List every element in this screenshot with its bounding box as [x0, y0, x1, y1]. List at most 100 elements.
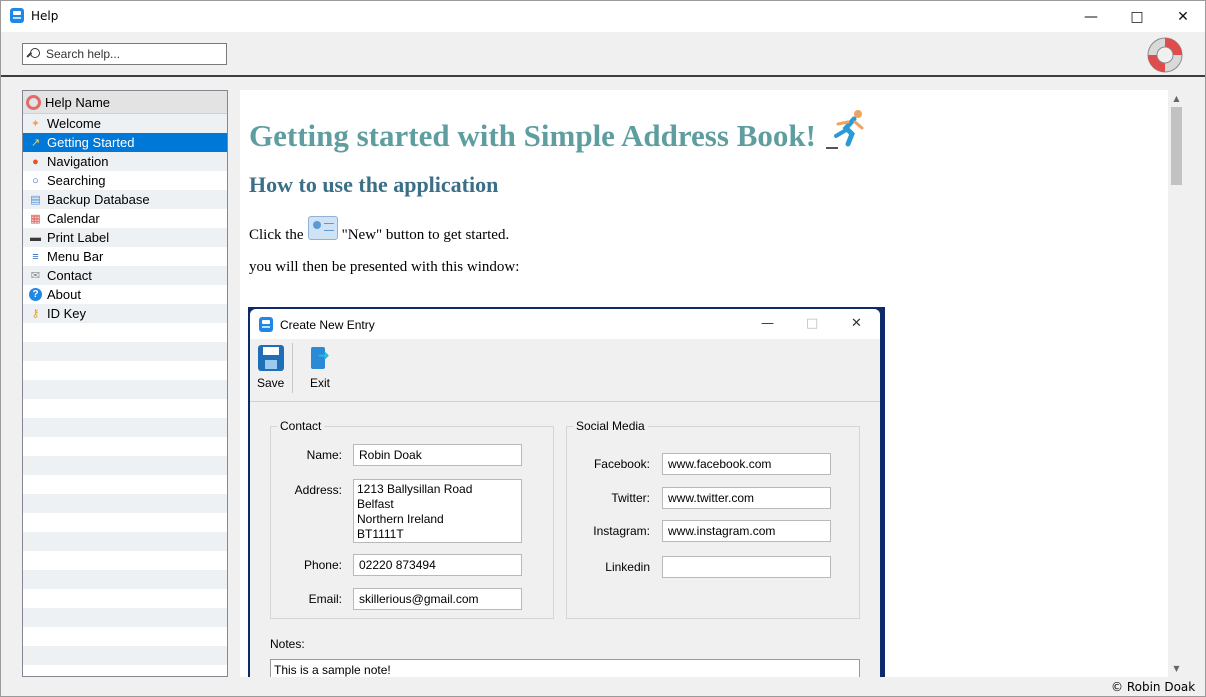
- sidebar-item-label: Getting Started: [47, 135, 135, 150]
- window-title: Help: [31, 9, 59, 23]
- notes-label: Notes:: [270, 637, 305, 651]
- name-field: Robin Doak: [353, 444, 522, 466]
- calendar-icon: ▦: [30, 213, 41, 225]
- sidebar-item-label: Contact: [47, 268, 92, 283]
- list-empty-row: [23, 342, 227, 361]
- title-bar[interactable]: Help — □ ✕: [1, 1, 1205, 32]
- create-entry-window: Create New Entry — □ ✕ Save Exit: [250, 309, 880, 677]
- list-empty-row: [23, 513, 227, 532]
- list-empty-row: [23, 361, 227, 380]
- app-icon: [10, 8, 24, 23]
- help-content: Getting started with Simple Address Book…: [240, 90, 1168, 677]
- question-icon: ?: [29, 288, 42, 301]
- list-empty-row: [23, 646, 227, 665]
- section-heading: How to use the application: [249, 172, 499, 197]
- sidebar-item-print-label[interactable]: ▬ Print Label: [23, 228, 227, 247]
- embedded-screenshot: Create New Entry — □ ✕ Save Exit: [248, 307, 885, 677]
- database-icon: ▤: [30, 194, 41, 206]
- maximize-button[interactable]: □: [1114, 1, 1160, 32]
- app-icon: [259, 317, 273, 332]
- handshake-icon: ✦: [30, 118, 41, 130]
- phone-field: 02220 873494: [353, 554, 522, 576]
- minimize-button[interactable]: —: [1068, 1, 1114, 32]
- page-title-text: Getting started with Simple Address Book…: [249, 118, 816, 153]
- sidebar-item-getting-started[interactable]: ↗ Getting Started: [23, 133, 227, 152]
- paragraph-text: Click the: [249, 227, 304, 243]
- scroll-down-icon[interactable]: ▼: [1168, 660, 1185, 677]
- sidebar-item-welcome[interactable]: ✦ Welcome: [23, 114, 227, 133]
- instagram-field: www.instagram.com: [662, 520, 831, 542]
- list-empty-row: [23, 380, 227, 399]
- facebook-field: www.facebook.com: [662, 453, 831, 475]
- save-button: Save: [257, 345, 284, 390]
- paragraph-window: you will then be presented with this win…: [249, 259, 520, 275]
- sidebar-item-menu-bar[interactable]: ≡ Menu Bar: [23, 247, 227, 266]
- sidebar-item-label: Searching: [47, 173, 106, 188]
- sidebar-item-id-key[interactable]: ⚷ ID Key: [23, 304, 227, 323]
- list-empty-row: [23, 551, 227, 570]
- lifebuoy-icon[interactable]: [1145, 35, 1185, 75]
- sidebar-item-label: Navigation: [47, 154, 109, 169]
- social-media-legend: Social Media: [573, 419, 648, 433]
- help-topics-list[interactable]: Help Name ✦ Welcome ↗ Getting Started ● Navig…: [22, 90, 228, 677]
- sidebar-item-navigation[interactable]: ● Navigation: [23, 152, 227, 171]
- email-label: Email:: [308, 592, 342, 606]
- linkedin-field: [662, 556, 831, 578]
- envelope-icon: ✉: [30, 270, 41, 282]
- search-toolbar: [1, 32, 1205, 77]
- list-empty-row: [23, 589, 227, 608]
- list-empty-row: [23, 494, 227, 513]
- save-label: Save: [257, 376, 285, 390]
- close-button[interactable]: ✕: [1160, 1, 1205, 32]
- list-empty-row: [23, 532, 227, 551]
- paragraph-text: "New" button to get started.: [341, 227, 510, 243]
- screenshot-toolbar: Save Exit: [250, 339, 880, 402]
- name-label: Name:: [306, 448, 342, 462]
- sidebar-item-about[interactable]: ? About: [23, 285, 227, 304]
- sidebar-item-calendar[interactable]: ▦ Calendar: [23, 209, 227, 228]
- email-field: skillerious@gmail.com: [353, 588, 522, 610]
- lifebuoy-icon: [26, 94, 41, 110]
- list-empty-row: [23, 608, 227, 627]
- close-icon: ✕: [851, 316, 862, 331]
- floppy-icon: [257, 345, 284, 371]
- address-label: Address:: [294, 483, 342, 497]
- list-header-label: Help Name: [45, 94, 111, 110]
- map-pin-icon: ●: [32, 155, 39, 168]
- sidebar-item-contact[interactable]: ✉ Contact: [23, 266, 227, 285]
- sidebar-item-label: About: [47, 287, 81, 302]
- list-empty-row: [23, 627, 227, 646]
- content-scrollbar[interactable]: ▲ ▼: [1168, 90, 1185, 677]
- toolbar-separator: [292, 343, 293, 393]
- search-input[interactable]: [46, 47, 216, 61]
- exit-label: Exit: [309, 376, 330, 390]
- list-empty-row: [23, 437, 227, 456]
- list-header[interactable]: Help Name: [23, 91, 227, 114]
- search-box[interactable]: [22, 43, 227, 65]
- address-field: 1213 Ballysillan Road Belfast Northern I…: [353, 479, 522, 543]
- twitter-label: Twitter:: [611, 491, 650, 505]
- sidebar-item-label: Welcome: [47, 116, 101, 131]
- runner-icon: ↗: [30, 137, 41, 149]
- list-empty-row: [23, 399, 227, 418]
- minimize-icon: —: [761, 316, 774, 331]
- list-empty-row: [23, 456, 227, 475]
- page-title: Getting started with Simple Address Book…: [249, 110, 1168, 154]
- linkedin-label: Linkedin: [605, 560, 650, 574]
- help-window: Help — □ ✕ Help Name ✦ Welcome ↗ Getting St…: [0, 0, 1206, 697]
- contact-legend: Contact: [277, 419, 325, 433]
- sidebar-item-label: ID Key: [47, 306, 87, 321]
- scroll-up-icon[interactable]: ▲: [1168, 90, 1185, 107]
- list-empty-row: [23, 418, 227, 437]
- sidebar-item-label: Backup Database: [47, 192, 150, 207]
- sidebar-item-backup-database[interactable]: ▤ Backup Database: [23, 190, 227, 209]
- contact-card-icon: [307, 216, 338, 240]
- search-icon: ○: [32, 174, 39, 187]
- sidebar-item-label: Print Label: [47, 230, 110, 245]
- screenshot-title: Create New Entry: [280, 318, 375, 332]
- key-icon: ⚷: [31, 308, 40, 320]
- list-empty-row: [23, 475, 227, 494]
- sidebar-item-searching[interactable]: ○ Searching: [23, 171, 227, 190]
- scroll-thumb[interactable]: [1171, 107, 1182, 185]
- notes-field: This is a sample note!: [270, 659, 860, 677]
